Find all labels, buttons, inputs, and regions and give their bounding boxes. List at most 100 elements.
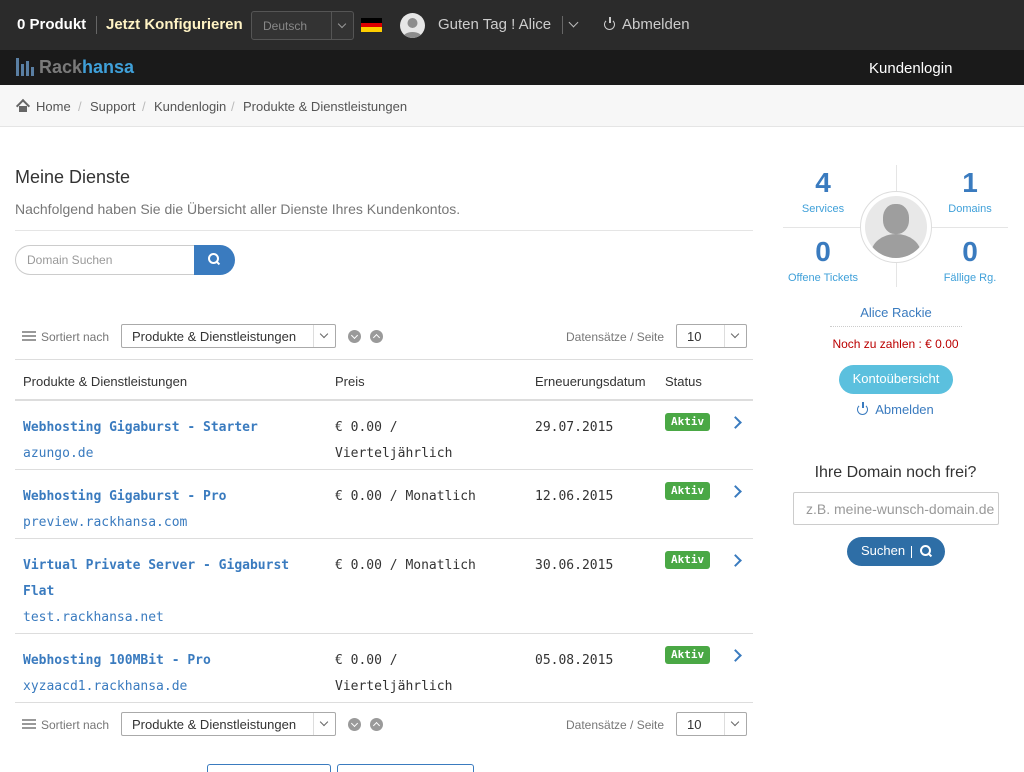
- list-icon-line: [22, 339, 36, 341]
- service-title: Webhosting 100MBit - Pro: [23, 653, 211, 668]
- per-page-select[interactable]: 10: [676, 324, 747, 348]
- per-page-select[interactable]: 10: [676, 712, 747, 736]
- power-icon: [604, 17, 616, 30]
- logo-bars-icon: [16, 58, 34, 76]
- user-avatar[interactable]: [400, 13, 425, 38]
- stat-domains[interactable]: 1 Domains: [930, 167, 1010, 215]
- cart-link[interactable]: 0 Produkt: [17, 16, 86, 33]
- services-label: Services: [801, 203, 845, 215]
- chevron-down-icon[interactable]: [569, 17, 579, 27]
- status-badge: Aktiv: [665, 646, 711, 664]
- sidebar-logout-link[interactable]: Abmelden: [783, 402, 1008, 417]
- sort-ascending-button[interactable]: [370, 718, 383, 731]
- divider: [830, 326, 962, 327]
- sort-select[interactable]: Produkte & Dienstleistungen: [121, 712, 336, 736]
- breadcrumb-support[interactable]: Support: [90, 99, 136, 114]
- breadcrumb-separator: /: [231, 99, 235, 114]
- user-silhouette-icon: [403, 18, 422, 38]
- column-header-status[interactable]: Status: [665, 374, 702, 389]
- nav-kundenlogin[interactable]: Kundenlogin: [869, 60, 952, 77]
- list-icon: [22, 331, 36, 342]
- chevron-right-icon[interactable]: [731, 486, 741, 496]
- sort-descending-button[interactable]: [348, 330, 361, 343]
- logo-text: Rackhansa: [39, 57, 134, 78]
- invoices-label: Fällige Rg.: [943, 272, 997, 284]
- per-page-label: Datensätze / Seite: [566, 330, 665, 344]
- service-title: Webhosting Gigaburst - Starter: [23, 420, 258, 435]
- service-name[interactable]: Virtual Private Server - Gigaburst Flat t…: [23, 553, 313, 631]
- language-select[interactable]: Deutsch: [251, 11, 354, 40]
- logo-bar-segment: [16, 58, 19, 76]
- logout-link[interactable]: Abmelden: [604, 16, 690, 33]
- list-icon-line: [22, 723, 36, 725]
- service-title: Virtual Private Server - Gigaburst Flat: [23, 558, 290, 599]
- breadcrumb-home[interactable]: Home: [16, 99, 71, 114]
- chevron-right-icon[interactable]: [731, 417, 741, 427]
- domain-check-input[interactable]: z.B. meine-wunsch-domain.de: [793, 492, 999, 525]
- top-bar: 0 Produkt Jetzt Konfigurieren Deutsch Gu…: [0, 0, 1024, 50]
- domains-count: 1: [962, 167, 978, 198]
- domain-check-button-label: Suchen: [861, 543, 906, 558]
- sort-ascending-button[interactable]: [370, 330, 383, 343]
- breadcrumb: Home / Support / Kundenlogin / Produkte …: [0, 85, 1024, 127]
- column-header-renewal[interactable]: Erneuerungsdatum: [535, 374, 646, 389]
- account-stats: 4 Services 1 Domains 0 Offene Tickets 0 …: [783, 165, 1008, 290]
- column-header-price[interactable]: Preis: [335, 374, 365, 389]
- column-header-product[interactable]: Produkte & Dienstleistungen: [23, 374, 187, 389]
- breadcrumb-separator: /: [142, 99, 146, 114]
- sort-descending-button[interactable]: [348, 718, 361, 731]
- service-name[interactable]: Webhosting Gigaburst - Starter azungo.de: [23, 415, 313, 467]
- domain-search-button[interactable]: [194, 245, 235, 275]
- service-title: Webhosting Gigaburst - Pro: [23, 489, 227, 504]
- list-icon-line: [22, 335, 36, 337]
- search-icon: [920, 545, 932, 557]
- renewal-date: 29.07.2015: [535, 420, 614, 435]
- pagination-button[interactable]: [337, 764, 474, 772]
- service-price: € 0.00 / Monatlich: [335, 489, 476, 504]
- service-domain: azungo.de: [23, 446, 94, 461]
- user-name[interactable]: Alice Rackie: [830, 305, 962, 320]
- table-row[interactable]: Webhosting Gigaburst - Starter azungo.de …: [15, 401, 753, 470]
- chevron-down-icon: [724, 325, 746, 347]
- invoices-count: 0: [962, 236, 978, 267]
- logo-text-part1: Rack: [39, 57, 83, 77]
- breadcrumb-current: Produkte & Dienstleistungen: [243, 99, 408, 114]
- sort-select[interactable]: Produkte & Dienstleistungen: [121, 324, 336, 348]
- stat-invoices[interactable]: 0 Fällige Rg.: [930, 236, 1010, 284]
- account-overview-button[interactable]: Kontoübersicht: [839, 365, 953, 394]
- divider: [911, 546, 912, 558]
- configure-link[interactable]: Jetzt Konfigurieren: [106, 16, 243, 33]
- status-badge: Aktiv: [665, 551, 711, 569]
- home-icon: [16, 101, 30, 112]
- tickets-label: Offene Tickets: [787, 272, 859, 284]
- divider: [15, 230, 753, 231]
- page-title: Meine Dienste: [15, 167, 131, 187]
- stat-services[interactable]: 4 Services: [783, 167, 863, 215]
- table-row[interactable]: Webhosting 100MBit - Pro xyzaacd1.rackhan…: [15, 634, 753, 703]
- avatar-body: [871, 234, 921, 258]
- service-name[interactable]: Webhosting Gigaburst - Pro preview.rackha…: [23, 484, 313, 536]
- table-row[interactable]: Webhosting Gigaburst - Pro preview.rackha…: [15, 470, 753, 539]
- status-badge: Aktiv: [665, 482, 711, 500]
- chevron-right-icon[interactable]: [731, 650, 741, 660]
- german-flag-icon[interactable]: [361, 18, 382, 32]
- user-greeting[interactable]: Guten Tag ! Alice: [438, 16, 551, 33]
- divider: [562, 16, 563, 34]
- renewal-date: 05.08.2015: [535, 653, 614, 668]
- domain-search-input[interactable]: Domain Suchen: [15, 245, 194, 275]
- status-badge: Aktiv: [665, 413, 711, 431]
- sort-label: Sortiert nach: [41, 330, 110, 344]
- breadcrumb-kundenlogin[interactable]: Kundenlogin: [154, 99, 226, 114]
- chevron-right-icon[interactable]: [731, 555, 741, 565]
- sidebar-logout-label: Abmelden: [875, 402, 934, 417]
- service-name[interactable]: Webhosting 100MBit - Pro xyzaacd1.rackhan…: [23, 648, 313, 700]
- list-icon-line: [22, 719, 36, 721]
- service-price: € 0.00 / Monatlich: [335, 558, 476, 573]
- table-row[interactable]: Virtual Private Server - Gigaburst Flat t…: [15, 539, 753, 634]
- pagination-button[interactable]: [207, 764, 331, 772]
- stat-tickets[interactable]: 0 Offene Tickets: [783, 236, 863, 284]
- chevron-down-icon: [313, 325, 335, 347]
- logo-bar: Rackhansa Kundenlogin: [0, 50, 1024, 85]
- avatar-head: [883, 204, 909, 234]
- domain-check-button[interactable]: Suchen: [847, 537, 945, 566]
